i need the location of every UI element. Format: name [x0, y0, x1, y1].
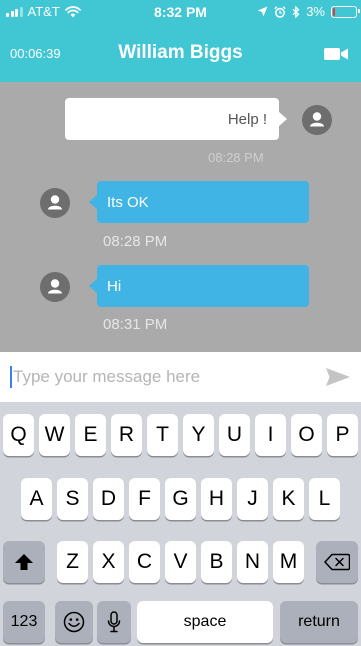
message-time: 08:31 PM	[103, 316, 168, 333]
nav-bar: 00:06:39 William Biggs	[0, 24, 361, 82]
message-bubble-incoming: Hi	[89, 265, 309, 307]
shift-arrow-icon	[15, 554, 33, 570]
message-bubble-outgoing: Help !	[65, 98, 287, 140]
key-d[interactable]: D	[93, 478, 124, 520]
message-input[interactable]	[13, 364, 313, 390]
battery-icon	[331, 5, 360, 18]
key-c[interactable]: C	[129, 541, 160, 583]
key-y[interactable]: Y	[183, 414, 214, 456]
battery-percent: 3%	[306, 4, 325, 19]
key-f[interactable]: F	[129, 478, 160, 520]
key-g[interactable]: G	[165, 478, 196, 520]
numbers-key[interactable]: 123	[3, 601, 45, 643]
video-camera-icon[interactable]	[323, 44, 349, 64]
message-text: Its OK	[107, 193, 149, 211]
bluetooth-icon	[292, 5, 300, 18]
key-p[interactable]: P	[327, 414, 358, 456]
key-x[interactable]: X	[93, 541, 124, 583]
shift-key[interactable]	[3, 541, 45, 583]
key-h[interactable]: H	[201, 478, 232, 520]
backspace-icon	[324, 553, 350, 571]
key-j[interactable]: J	[237, 478, 268, 520]
message-text: Hi	[107, 277, 122, 295]
key-b[interactable]: B	[201, 541, 232, 583]
message-bubble-incoming: Its OK	[89, 181, 309, 223]
contact-name: William Biggs	[118, 42, 243, 63]
emoji-icon	[63, 611, 85, 633]
key-k[interactable]: K	[273, 478, 304, 520]
battery-level-fill	[333, 7, 335, 16]
contact-avatar-icon	[40, 188, 70, 218]
backspace-key[interactable]	[316, 541, 358, 583]
key-e[interactable]: E	[75, 414, 106, 456]
key-s[interactable]: S	[57, 478, 88, 520]
space-key[interactable]: space	[137, 601, 273, 643]
key-r[interactable]: R	[111, 414, 142, 456]
dictation-key[interactable]	[97, 601, 131, 643]
microphone-icon	[107, 611, 121, 633]
key-z[interactable]: Z	[57, 541, 88, 583]
chat-area[interactable]: Help ! 08:28 PM Its OK 08:28 PM Hi 08:31…	[0, 82, 361, 352]
status-bar: AT&T 8:32 PM 3%	[0, 0, 361, 24]
keyboard: Q W E R T Y U I O P A S D F G H J K L Z …	[0, 402, 361, 646]
header: AT&T 8:32 PM 3% 00:06:39 William Biggs	[0, 0, 361, 82]
key-i[interactable]: I	[255, 414, 286, 456]
emoji-key[interactable]	[55, 601, 93, 643]
key-w[interactable]: W	[39, 414, 70, 456]
key-q[interactable]: Q	[3, 414, 34, 456]
key-u[interactable]: U	[219, 414, 250, 456]
key-m[interactable]: M	[273, 541, 304, 583]
message-time: 08:28 PM	[208, 150, 264, 165]
key-n[interactable]: N	[237, 541, 268, 583]
key-o[interactable]: O	[291, 414, 322, 456]
key-l[interactable]: L	[309, 478, 340, 520]
return-key[interactable]: return	[280, 601, 358, 643]
key-a[interactable]: A	[21, 478, 52, 520]
alarm-icon	[274, 5, 286, 18]
key-t[interactable]: T	[147, 414, 178, 456]
contact-avatar-icon	[40, 272, 70, 302]
message-input-bar	[0, 352, 361, 402]
location-arrow-icon	[257, 6, 268, 17]
message-time: 08:28 PM	[103, 233, 168, 250]
key-v[interactable]: V	[165, 541, 196, 583]
send-icon[interactable]	[325, 366, 351, 388]
text-caret	[10, 366, 12, 388]
status-right: 3%	[257, 4, 360, 19]
message-text: Help !	[227, 110, 267, 128]
user-avatar-icon	[302, 105, 332, 135]
